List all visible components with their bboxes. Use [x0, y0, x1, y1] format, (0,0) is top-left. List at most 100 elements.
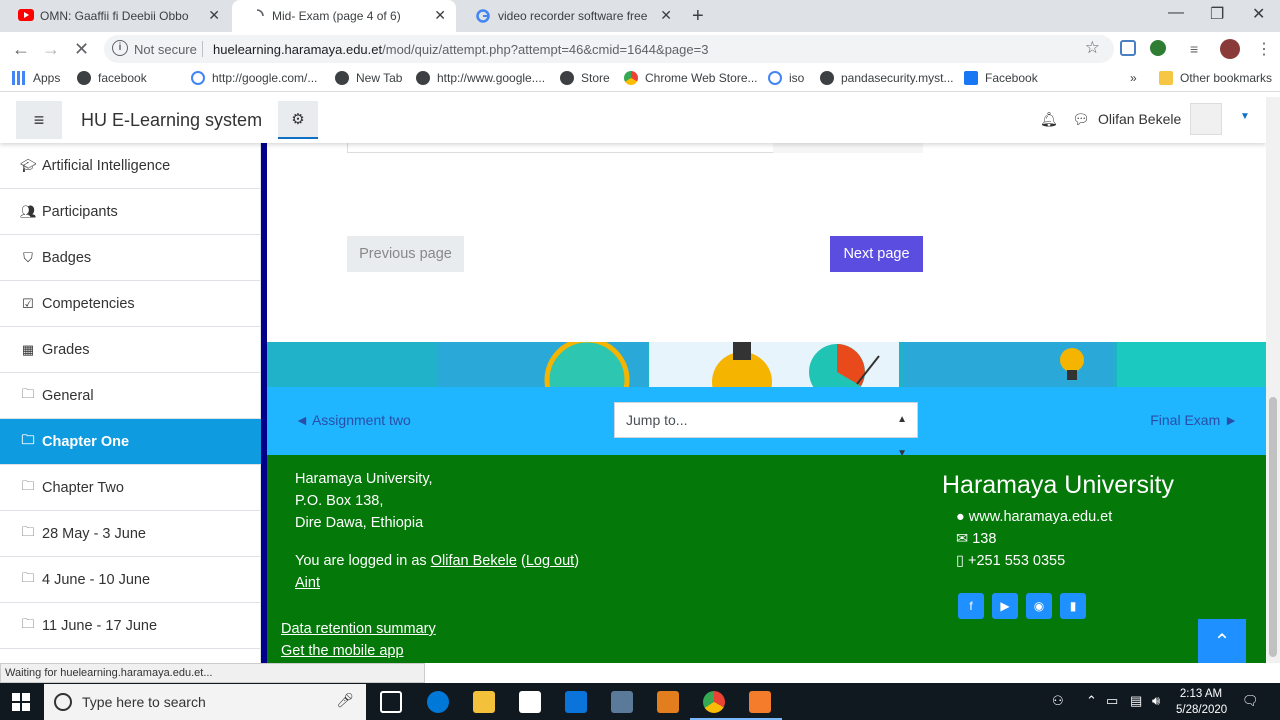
folder-icon [1159, 71, 1173, 85]
volume-icon[interactable]: 🔊︎ [1152, 693, 1160, 709]
address-bar[interactable]: i Not secure huelearning.haramaya.edu.et… [104, 35, 1114, 63]
next-activity-link[interactable]: Final Exam ► [1150, 412, 1238, 428]
chevron-down-icon[interactable]: ▼ [1240, 111, 1250, 122]
sidebar-item-chapter-two[interactable]: 🗀 Chapter Two [0, 465, 261, 511]
facebook-icon [964, 71, 978, 85]
bookmark-chrome-store[interactable]: Chrome Web Store... [624, 71, 758, 85]
bookmark-google-www[interactable]: http://www.google.... [416, 71, 545, 85]
site-navbar: ≡ HU E-Learning system ⚙ 🔔︎ 💬︎ Olifan Be… [0, 97, 1266, 143]
sidebar-item-week-4-june[interactable]: 🗀 4 June - 10 June [0, 557, 261, 603]
bookmark-facebook[interactable]: facebook [77, 71, 147, 85]
extension-icon[interactable] [1150, 40, 1166, 56]
drawer-toggle-button[interactable]: ≡ [16, 101, 62, 139]
bookmark-new-tab[interactable]: New Tab [335, 71, 402, 85]
windows-start-icon[interactable] [12, 693, 30, 711]
minimize-icon[interactable]: — [1168, 4, 1184, 22]
bookmark-apps[interactable]: Apps [12, 71, 60, 85]
bookmark-star-icon[interactable]: ☆ [1085, 38, 1100, 58]
close-tab-icon[interactable]: ✕ [660, 7, 672, 24]
cogs-icon: ⚙ [291, 111, 305, 128]
microphone-icon[interactable]: 🎤︎ [336, 692, 354, 709]
bookmark-icon[interactable]: ▮ [1060, 593, 1086, 619]
sidebar-item-participants[interactable]: 👥︎ Participants [0, 189, 261, 235]
close-tab-icon[interactable]: ✕ [208, 7, 220, 24]
people-icon[interactable]: ⚇ [1052, 693, 1064, 709]
data-retention-link[interactable]: Data retention summary [281, 621, 436, 637]
battery-icon[interactable]: ▭ [1106, 693, 1118, 709]
previous-page-button[interactable]: Previous page [347, 236, 464, 272]
page-scrollbar[interactable] [1266, 97, 1280, 663]
store-icon[interactable] [519, 691, 541, 713]
other-bookmarks[interactable]: Other bookmarks [1159, 71, 1272, 85]
aint-link[interactable]: Aint [295, 575, 320, 591]
system-clock[interactable]: 2:13 AM 5/28/2020 [1176, 686, 1227, 718]
bell-icon[interactable]: 🔔︎ [1040, 111, 1058, 128]
back-to-top-button[interactable]: ⌃ [1198, 619, 1246, 663]
more-bookmarks-icon[interactable]: » [1130, 71, 1137, 85]
phone-text: +251 553 0355 [968, 553, 1066, 569]
bookmark-store[interactable]: Store [560, 71, 610, 85]
recorder-app-icon[interactable] [749, 691, 771, 713]
network-icon[interactable]: ▤ [1130, 693, 1142, 709]
sidebar-item-week-28-may[interactable]: 🗀 28 May - 3 June [0, 511, 261, 557]
chat-bubble-icon[interactable]: 💬︎ [1072, 111, 1090, 128]
youtube-icon[interactable]: ▶ [992, 593, 1018, 619]
task-view-icon[interactable] [380, 691, 402, 713]
restore-icon[interactable]: ❐ [1210, 4, 1224, 24]
profile-avatar-icon[interactable] [1220, 39, 1240, 59]
browser-tab-2[interactable]: Mid- Exam (page 4 of 6) ✕ [232, 0, 456, 32]
extension-icon[interactable] [1120, 40, 1136, 56]
bookmark-label: Other bookmarks [1180, 71, 1273, 85]
sidebar-item-chapter-one[interactable]: 🗀 Chapter One [0, 419, 261, 465]
previous-activity-link[interactable]: ◄ Assignment two [295, 412, 411, 428]
file-explorer-icon[interactable] [473, 691, 495, 713]
info-icon[interactable]: i [112, 40, 128, 56]
sidebar-item-badges[interactable]: ⛉ Badges [0, 235, 261, 281]
sidebar-item-week-11-june[interactable]: 🗀 11 June - 17 June [0, 603, 261, 649]
sidebar-item-artificial-intelligence[interactable]: 🎓︎ Artificial Intelligence [0, 143, 261, 189]
close-window-icon[interactable]: ✕ [1252, 4, 1265, 24]
bookmark-facebook-2[interactable]: Facebook [964, 71, 1038, 85]
globe-icon[interactable]: ◉ [1026, 593, 1052, 619]
back-icon[interactable]: ← [12, 39, 30, 60]
notifications-icon[interactable]: 🗨︎ [1242, 693, 1259, 709]
globe-icon [335, 71, 349, 85]
browser-tab-1[interactable]: OMN: Gaaffii fi Deebii Obbo Hay ✕ [0, 0, 230, 32]
profile-link[interactable]: Olifan Bekele [431, 553, 517, 569]
stop-loading-icon[interactable]: ✕ [74, 39, 89, 60]
sidebar-item-competencies[interactable]: ☑ Competencies [0, 281, 261, 327]
decorative-banner [267, 342, 1266, 388]
address-line: P.O. Box 138, [295, 493, 384, 509]
facebook-icon[interactable]: f [958, 593, 984, 619]
scrollbar-thumb[interactable] [1269, 397, 1277, 657]
sidebar-item-label: Artificial Intelligence [42, 157, 171, 174]
next-page-button[interactable]: Next page [830, 236, 923, 272]
bookmark-google[interactable]: http://google.com/... [191, 71, 317, 85]
logout-link[interactable]: Log out [526, 553, 574, 569]
sidebar-item-grades[interactable]: ▦ Grades [0, 327, 261, 373]
new-tab-icon[interactable]: + [692, 5, 704, 28]
site-name[interactable]: HU E-Learning system [81, 110, 262, 131]
browser-tab-3[interactable]: video recorder software free dow ✕ [458, 0, 682, 32]
bookmark-pandasecurity[interactable]: pandasecurity.myst... [820, 71, 954, 85]
reading-list-icon[interactable]: ≡ [1190, 41, 1198, 57]
chevron-up-icon[interactable]: ⌃ [1086, 693, 1097, 709]
sidebar-item-general[interactable]: 🗀 General [0, 373, 261, 419]
edge-icon[interactable] [427, 691, 449, 713]
taskbar-search-box[interactable]: Type here to search 🎤︎ [44, 684, 366, 720]
avatar[interactable] [1190, 103, 1222, 135]
globe-icon: ● [956, 509, 965, 525]
url-text[interactable]: huelearning.haramaya.edu.et/mod/quiz/att… [213, 42, 708, 57]
sublime-icon[interactable] [657, 691, 679, 713]
forward-icon[interactable]: → [42, 39, 60, 60]
screen-recorder-icon[interactable] [611, 691, 633, 713]
mail-icon[interactable] [565, 691, 587, 713]
settings-cogs-button[interactable]: ⚙ [278, 101, 318, 139]
menu-kebab-icon[interactable]: ⋮ [1256, 39, 1272, 59]
bookmark-iso[interactable]: iso [768, 71, 804, 85]
close-tab-icon[interactable]: ✕ [434, 7, 446, 24]
chrome-icon[interactable] [703, 691, 725, 713]
user-name[interactable]: Olifan Bekele [1098, 111, 1181, 127]
jump-to-select[interactable]: Jump to... ▲ ▼ [614, 402, 918, 459]
mobile-app-link[interactable]: Get the mobile app [281, 643, 404, 659]
